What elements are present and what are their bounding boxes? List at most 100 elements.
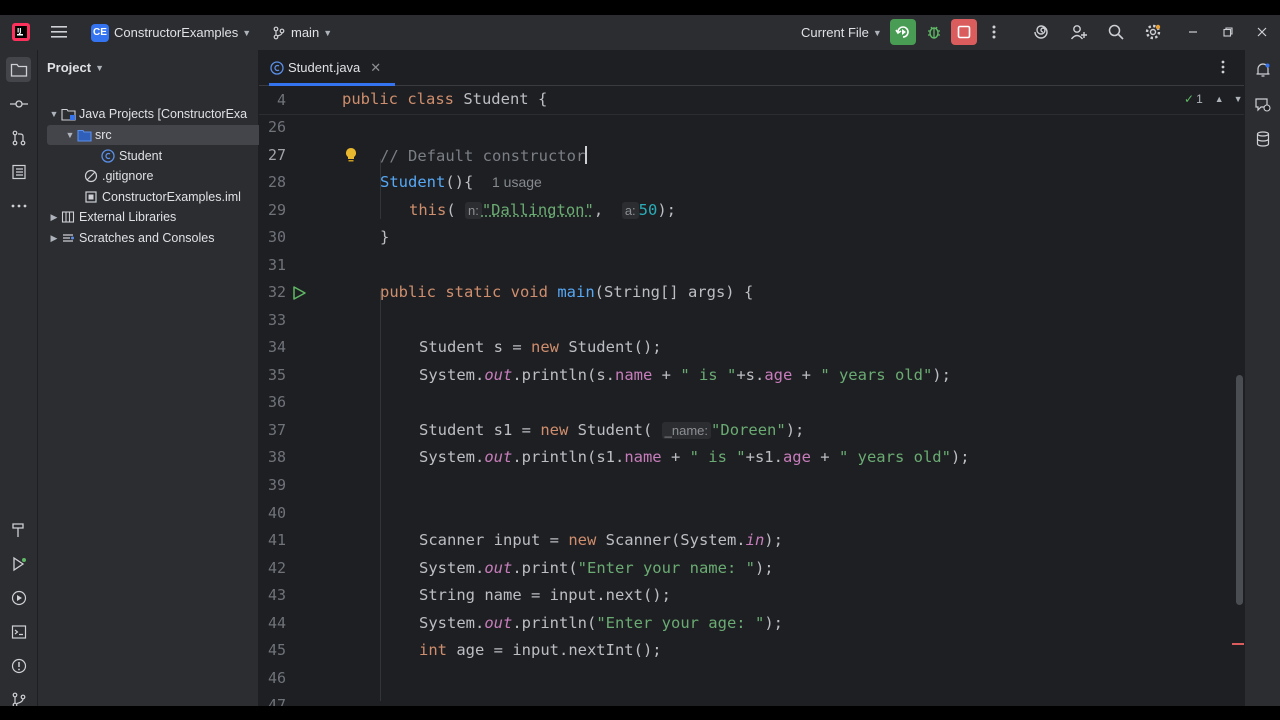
project-badge: CE bbox=[91, 23, 109, 42]
tree-item-src[interactable]: ▼ src bbox=[47, 125, 265, 145]
structure-tool-button[interactable] bbox=[6, 159, 31, 184]
main-menu-icon[interactable] bbox=[46, 19, 72, 45]
more-actions-button[interactable] bbox=[981, 19, 1007, 45]
structure-icon bbox=[11, 164, 26, 179]
problems-tool-button[interactable] bbox=[6, 653, 31, 678]
line-number: 44 bbox=[267, 614, 286, 632]
code-line-37: Student s1 = new Student( _name: "Doreen"… bbox=[419, 421, 805, 439]
close-tab-icon[interactable]: ✕ bbox=[370, 60, 381, 76]
code-line-27: // Default constructor bbox=[380, 146, 588, 165]
error-stripe-marker[interactable] bbox=[1232, 643, 1244, 645]
line-number: 33 bbox=[267, 311, 286, 329]
code-with-me-button[interactable] bbox=[1066, 19, 1092, 45]
ai-chat-button[interactable] bbox=[1250, 92, 1275, 117]
run-icon bbox=[12, 556, 26, 571]
stop-button[interactable] bbox=[951, 19, 977, 45]
code-line-30: } bbox=[380, 228, 390, 246]
tab-label: Student.java bbox=[288, 60, 361, 75]
project-panel-title: Project bbox=[47, 60, 92, 75]
more-vertical-icon bbox=[992, 25, 996, 39]
bell-icon bbox=[1256, 62, 1269, 77]
ide-window: IJ CE ConstructorExamples ▼ main ▼ Curre… bbox=[0, 15, 1280, 706]
left-tool-strip bbox=[0, 50, 38, 706]
line-number: 39 bbox=[267, 476, 286, 494]
pull-requests-tool-button[interactable] bbox=[6, 125, 31, 150]
branch-selector[interactable]: main ▼ bbox=[272, 15, 332, 50]
tree-item-label: src bbox=[95, 128, 112, 142]
more-tools-button[interactable] bbox=[6, 193, 31, 218]
more-vertical-icon bbox=[1221, 60, 1225, 74]
tree-item-label: Java Projects [ConstructorExa bbox=[79, 107, 248, 121]
line-number: 36 bbox=[267, 393, 286, 411]
git-tool-button[interactable] bbox=[6, 687, 31, 706]
editor-area: Student.java ✕ 4 public class Student { … bbox=[259, 50, 1245, 706]
git-icon bbox=[12, 692, 25, 706]
class-icon bbox=[269, 60, 285, 76]
line-number: 47 bbox=[267, 696, 286, 706]
build-tool-button[interactable] bbox=[6, 517, 31, 542]
run-tool-button[interactable] bbox=[6, 551, 31, 576]
settings-button[interactable] bbox=[1140, 19, 1166, 45]
chevron-down-icon[interactable]: ▼ bbox=[1234, 94, 1243, 104]
services-tool-button[interactable] bbox=[6, 585, 31, 610]
search-icon bbox=[1108, 24, 1124, 40]
chevron-down-icon: ▼ bbox=[95, 62, 104, 73]
line-number: 29 bbox=[267, 201, 286, 219]
more-horizontal-icon bbox=[11, 204, 26, 207]
usage-hint[interactable]: 1 usage bbox=[492, 174, 542, 190]
tab-student-java[interactable]: Student.java ✕ bbox=[269, 50, 395, 86]
hammer-icon bbox=[11, 522, 24, 537]
project-panel-header[interactable]: Project ▼ bbox=[47, 60, 104, 75]
add-user-icon bbox=[1070, 25, 1087, 40]
module-file-icon bbox=[83, 189, 99, 205]
code-line-32: public static void main(String[] args) { bbox=[380, 283, 754, 301]
database-button[interactable] bbox=[1250, 126, 1275, 151]
tree-item-label: ConstructorExamples.iml bbox=[102, 190, 241, 204]
expand-down-icon: ▼ bbox=[65, 130, 75, 140]
source-folder-icon bbox=[76, 127, 92, 143]
ai-assistant-button[interactable] bbox=[1028, 19, 1054, 45]
database-icon bbox=[1256, 130, 1269, 147]
chevron-down-icon: ▼ bbox=[242, 27, 252, 38]
project-selector[interactable]: CE ConstructorExamples ▼ bbox=[91, 15, 251, 50]
line-number: 40 bbox=[267, 504, 286, 522]
tab-options-button[interactable] bbox=[1221, 59, 1225, 80]
line-number: 26 bbox=[267, 118, 286, 136]
restore-button[interactable] bbox=[1215, 19, 1241, 45]
code-area[interactable]: // Default constructor Student(){ 1 usag… bbox=[342, 86, 1232, 706]
terminal-icon bbox=[11, 624, 26, 639]
run-main-gutter-icon[interactable] bbox=[291, 285, 307, 306]
run-config-selector[interactable]: Current File ▼ bbox=[801, 15, 882, 50]
line-number: 34 bbox=[267, 338, 286, 356]
debug-button[interactable] bbox=[921, 19, 947, 45]
editor-vertical-scrollbar[interactable] bbox=[1236, 375, 1243, 605]
gear-icon bbox=[1145, 24, 1161, 40]
tree-item-label: .gitignore bbox=[102, 169, 154, 183]
editor-gutter: 26 27 28 29 30 31 32 33 34 35 36 37 38 3… bbox=[259, 86, 356, 706]
line-number: 32 bbox=[267, 283, 286, 301]
svg-text:IJ: IJ bbox=[17, 28, 21, 35]
rerun-icon bbox=[895, 26, 909, 38]
class-icon bbox=[100, 148, 116, 164]
rerun-button[interactable] bbox=[890, 19, 916, 45]
pull-request-icon bbox=[12, 130, 25, 145]
notifications-button[interactable] bbox=[1250, 57, 1275, 82]
search-button[interactable] bbox=[1103, 19, 1129, 45]
minimize-icon bbox=[1189, 31, 1197, 33]
param-hint: a: bbox=[621, 202, 639, 219]
commit-tool-button[interactable] bbox=[6, 91, 31, 116]
terminal-tool-button[interactable] bbox=[6, 619, 31, 644]
app-logo-icon[interactable]: IJ bbox=[8, 19, 34, 45]
minimize-button[interactable] bbox=[1180, 19, 1206, 45]
close-window-button[interactable] bbox=[1249, 19, 1275, 45]
code-line-42: System.out.print("Enter your name: "); bbox=[419, 559, 774, 577]
tree-item-scratches[interactable]: ▶ Scratches and Consoles bbox=[38, 228, 268, 248]
tree-item-external-libraries[interactable]: ▶ External Libraries bbox=[38, 207, 268, 227]
tree-item-java-projects[interactable]: ▼ Java Projects [ConstructorExa bbox=[38, 104, 268, 124]
line-number: 38 bbox=[267, 448, 286, 466]
run-config-label: Current File bbox=[801, 25, 869, 40]
project-tool-button[interactable] bbox=[6, 57, 31, 82]
ai-chat-icon bbox=[1254, 97, 1271, 112]
folder-icon bbox=[10, 63, 27, 77]
editor-tab-bar: Student.java ✕ bbox=[259, 50, 1245, 86]
